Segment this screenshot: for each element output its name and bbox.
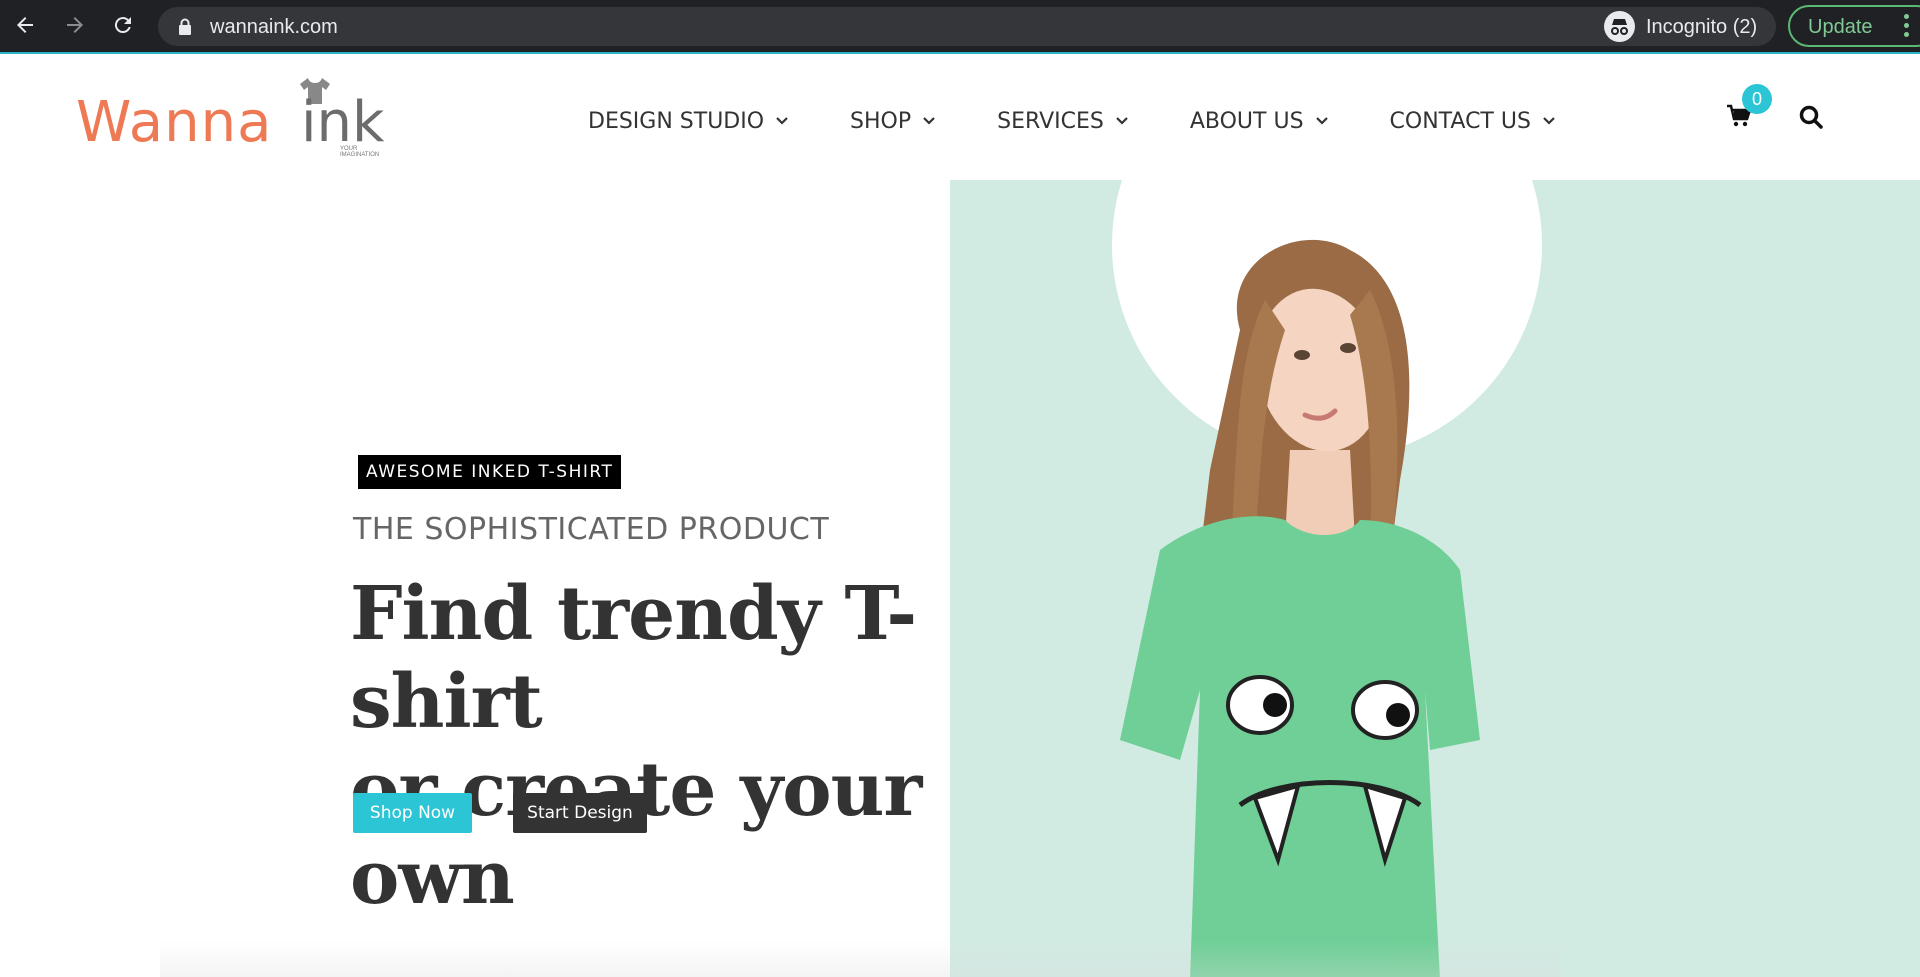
nav-item-shop[interactable]: SHOP [850,106,935,136]
more-menu-icon[interactable] [1904,14,1910,41]
nav-item-about-us[interactable]: ABOUT US [1190,106,1328,136]
incognito-icon [1604,11,1635,42]
search-button[interactable] [1798,104,1824,135]
site-header: Wanna ink YOUR IMAGINATION DESIGN STUDIO… [0,56,1920,180]
update-label: Update [1808,16,1873,38]
search-icon [1799,105,1823,129]
reload-icon [114,17,131,34]
browser-toolbar: wannaink.com Incognito (2) Update [0,0,1920,54]
hero-badge-label: AWESOME INKED T-SHIRT [358,455,622,489]
back-arrow-icon [17,17,33,33]
hero-subtitle: THE SOPHISTICATED PRODUCT [353,512,830,547]
nav-item-label: DESIGN STUDIO [588,108,765,134]
chevron-down-icon [1116,117,1128,125]
cart-button[interactable]: 0 [1726,84,1772,134]
lock-icon [179,18,191,35]
logo-tagline: YOUR IMAGINATION [340,146,380,158]
hero-headline-line1: Find trendy T-shirt [350,571,917,745]
back-button[interactable] [10,10,40,40]
address-bar[interactable]: wannaink.com [158,7,1772,46]
incognito-label: Incognito (2) [1646,16,1758,38]
nav-item-label: SERVICES [997,108,1104,134]
nav-item-label: ABOUT US [1189,108,1304,134]
start-design-button[interactable]: Start Design [513,793,647,833]
logo-wanna-text: Wanna [76,90,273,155]
chevron-down-icon [1315,117,1328,125]
nav-item-label: CONTACT US [1389,108,1531,134]
hero-banner: AWESOME INKED T-SHIRT THE SOPHISTICATED … [0,180,1920,977]
update-button[interactable]: Update [1788,5,1920,47]
nav-item-services[interactable]: SERVICES [997,106,1128,136]
cart-count-badge: 0 [1742,84,1772,114]
nav-item-design-studio[interactable]: DESIGN STUDIO [588,106,788,136]
chevron-down-icon [1543,117,1555,125]
forward-arrow-icon [67,17,83,33]
nav-item-label: SHOP [850,108,912,134]
incognito-indicator[interactable]: Incognito (2) [1598,7,1776,46]
hero-headline: Find trendy T-shirt or create your own [350,570,1050,922]
chevron-down-icon [923,117,935,125]
hero-bottom-shadow [160,940,1560,977]
url-text: wannaink.com [210,16,338,38]
hero-headline-line2: or create your own [350,747,922,921]
reload-button[interactable] [108,10,138,40]
chevron-down-icon [776,117,788,125]
site-logo[interactable]: Wanna ink YOUR IMAGINATION [76,76,388,158]
shop-now-button[interactable]: Shop Now [353,793,472,833]
forward-button[interactable] [60,10,90,40]
main-navigation: DESIGN STUDIO SHOP SERVICES ABOUT US CON… [588,106,1617,136]
nav-item-contact-us[interactable]: CONTACT US [1390,106,1555,136]
model-wearing-tshirt-image [1120,239,1480,977]
